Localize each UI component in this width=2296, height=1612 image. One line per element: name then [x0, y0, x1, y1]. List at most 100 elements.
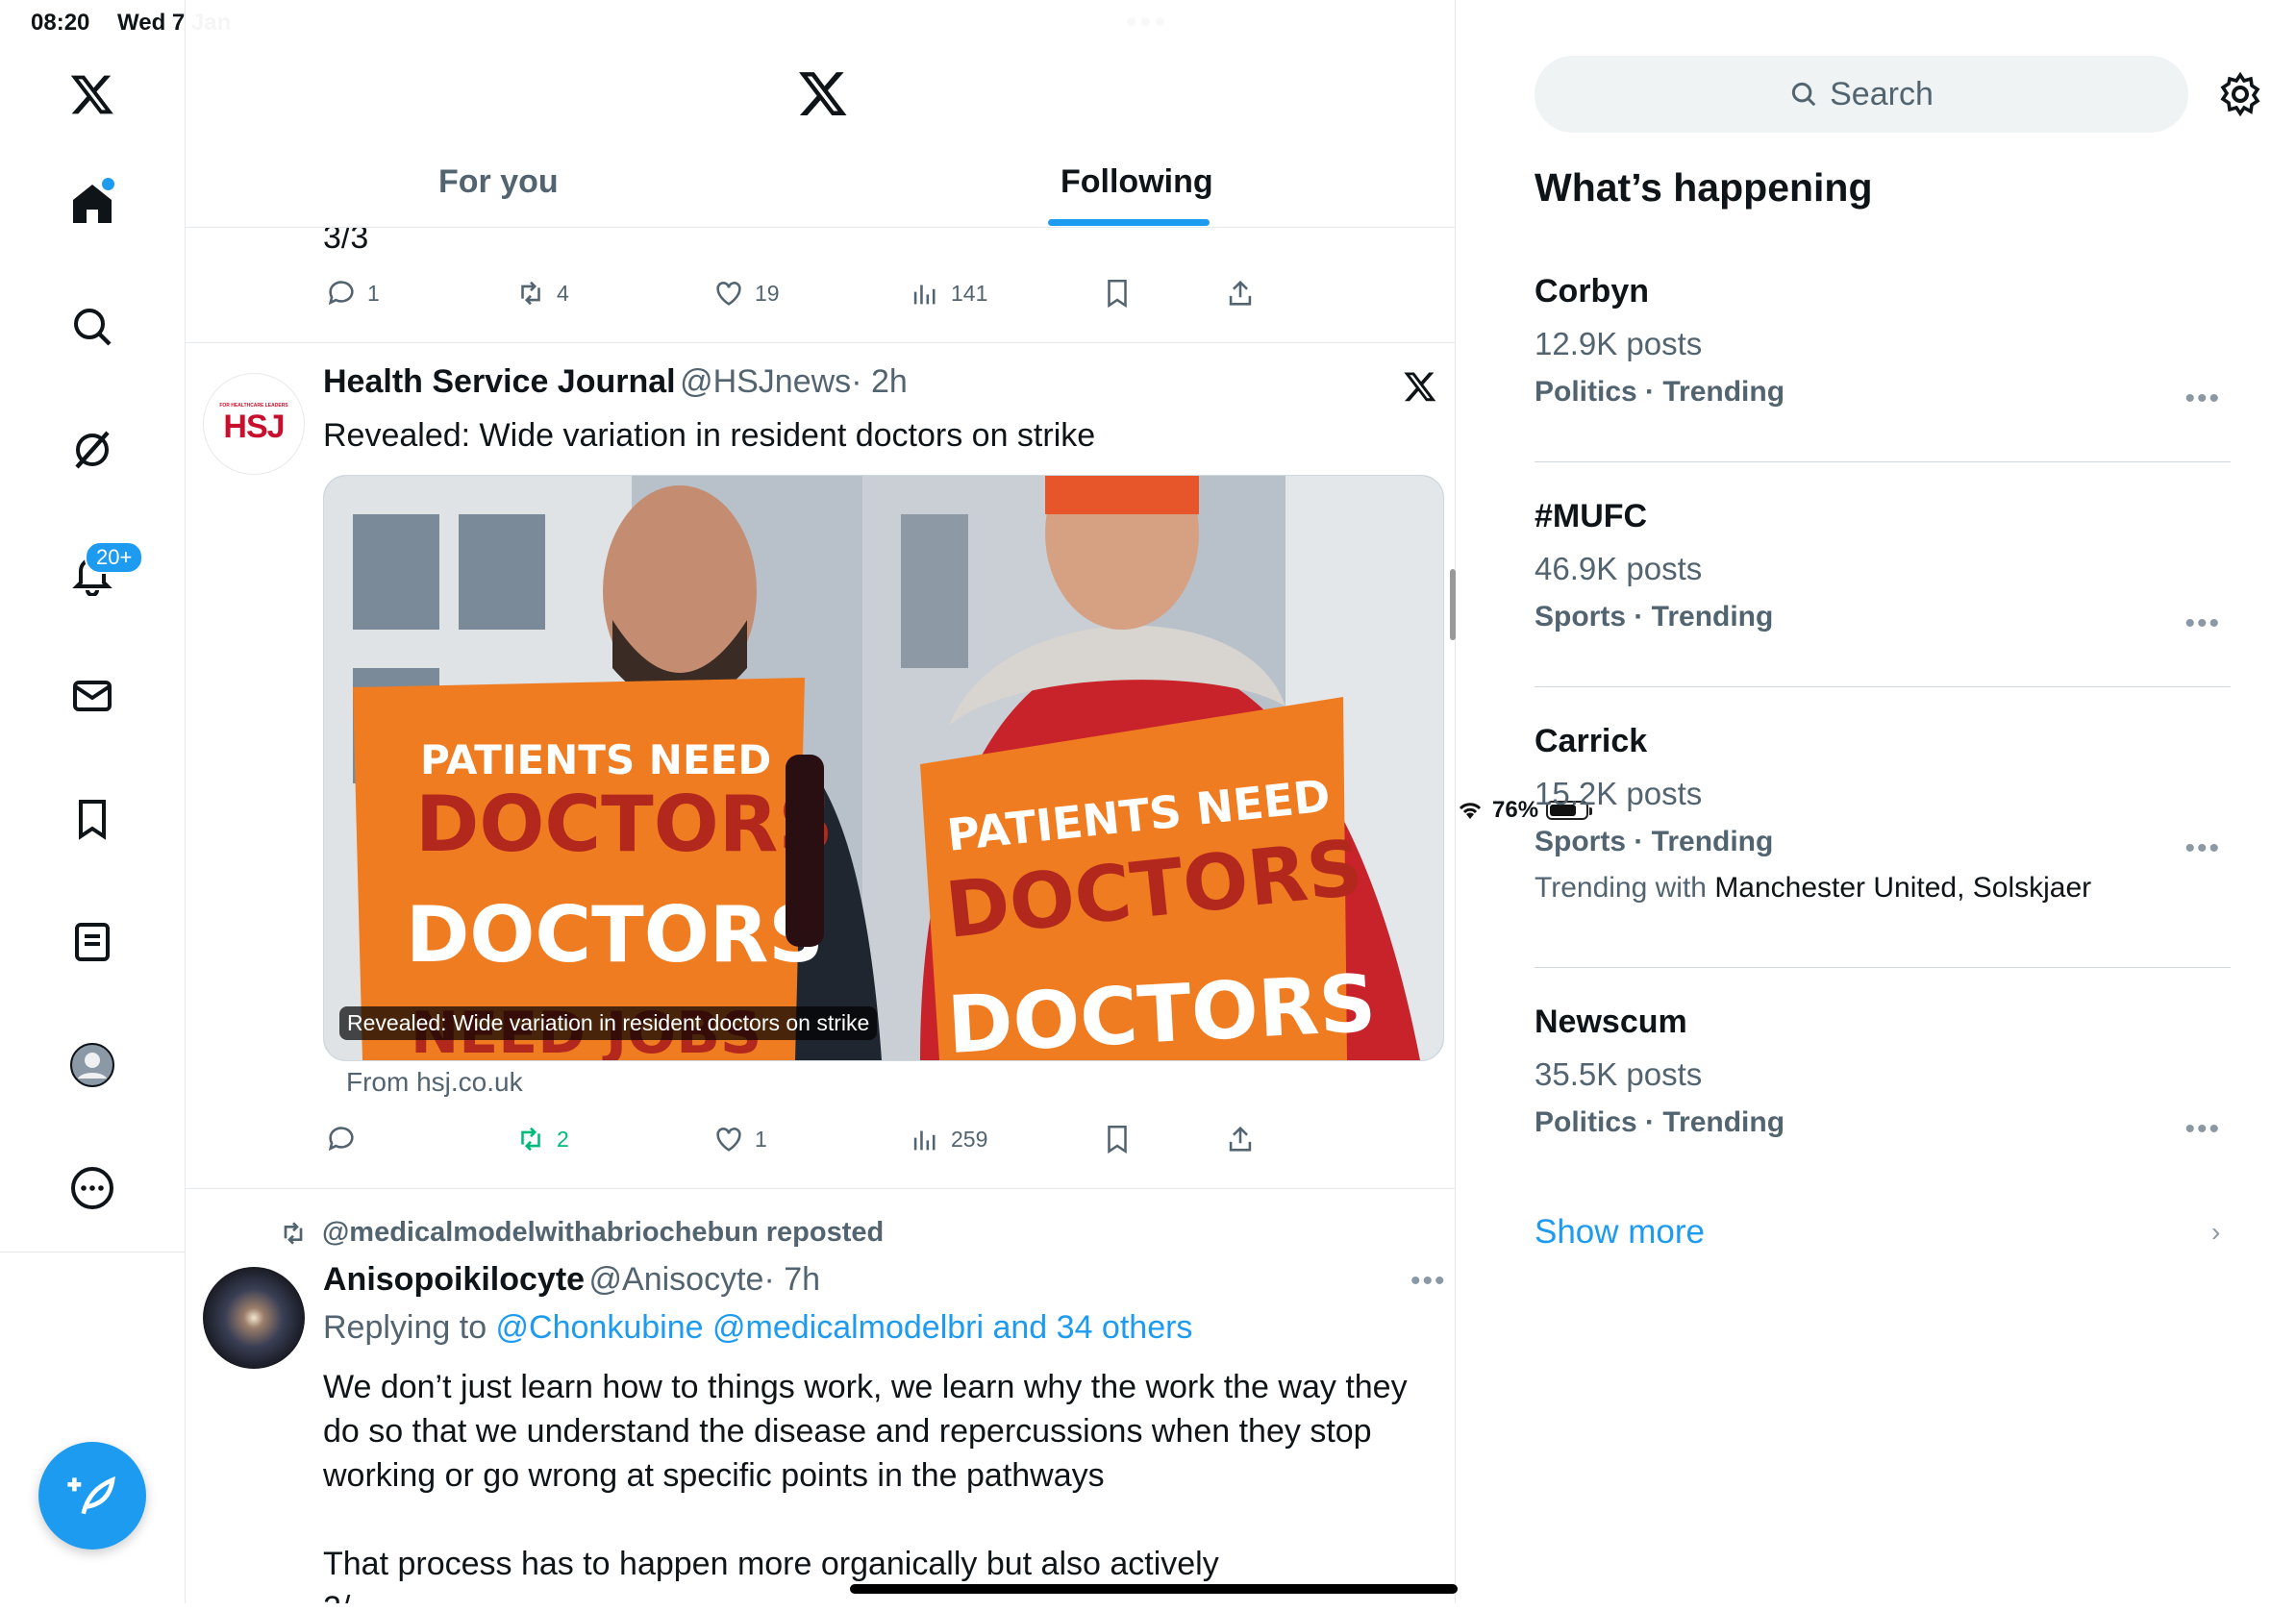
strike-photo: PATIENTS NEED DOCTORS DOCTORS NEED JOBS … [324, 476, 1443, 1060]
bookmark-button[interactable] [1101, 277, 1134, 310]
tweet-time: · 7h [763, 1261, 821, 1298]
galaxy-avatar[interactable] [203, 1267, 305, 1369]
trend-related: Trending with Manchester United, Solskja… [1535, 872, 2231, 905]
trend-posts: 15.2K posts [1535, 776, 1703, 811]
gear-icon[interactable] [2217, 71, 2263, 117]
repost-button[interactable]: 2 [514, 1123, 569, 1155]
compose-feather-icon [67, 1476, 115, 1515]
search-placeholder: Search [1830, 75, 1934, 112]
bookmarks-icon[interactable] [63, 790, 121, 848]
profile-avatar-icon[interactable] [63, 1036, 121, 1094]
tweet-divider [186, 1188, 1455, 1189]
tweet-text: We don’t just learn how to things work, … [323, 1369, 1408, 1494]
more-options-icon[interactable] [63, 1159, 121, 1217]
tweet-time: · 2h [851, 363, 908, 400]
home-indicator[interactable] [850, 1584, 1458, 1594]
home-unread-dot [100, 176, 116, 192]
trend-item[interactable]: Newscum 35.5K posts Politics · Trending … [1535, 1004, 2231, 1145]
link-card-caption: Revealed: Wide variation in resident doc… [339, 1006, 878, 1040]
trend-category: Sports · Trending [1535, 826, 1774, 857]
trend-category: Politics · Trending [1535, 376, 1785, 408]
reply-count: 1 [367, 280, 380, 306]
tweet-header: Anisopoikilocyte @Anisocyte· 7h [323, 1261, 820, 1299]
trend-category: Sports · Trending [1535, 601, 1774, 632]
x-logo-icon [1404, 372, 1436, 402]
reply-button[interactable]: 1 [325, 277, 380, 310]
messages-icon[interactable] [63, 667, 121, 725]
share-button[interactable] [1224, 277, 1257, 310]
search-icon[interactable] [63, 298, 121, 356]
link-card-image[interactable]: PATIENTS NEED DOCTORS DOCTORS NEED JOBS … [323, 475, 1444, 1061]
reply-icon [328, 1127, 354, 1152]
repost-icon [521, 1127, 540, 1152]
trend-related-names: Manchester United, Solskjaer [1714, 872, 2092, 904]
share-icon [1229, 1126, 1252, 1152]
grok-icon[interactable] [63, 421, 121, 479]
x-logo-icon[interactable] [797, 67, 849, 119]
trend-name: Carrick [1535, 723, 1648, 759]
trend-category: Politics · Trending [1535, 1106, 1785, 1138]
trend-divider [1535, 461, 2231, 462]
trend-more-icon[interactable]: ••• [2184, 608, 2221, 640]
hsj-avatar[interactable]: FOR HEALTHCARE LEADERS HSJ [203, 373, 305, 475]
author-name[interactable]: Anisopoikilocyte [323, 1261, 585, 1298]
tab-for-you[interactable]: For you [438, 163, 559, 201]
trend-posts: 12.9K posts [1535, 326, 1703, 361]
share-icon [1229, 280, 1252, 306]
reposted-by-label[interactable]: @medicalmodelwithabriochebun reposted [322, 1217, 884, 1249]
repost-icon [284, 1221, 303, 1245]
trend-more-icon[interactable]: ••• [2184, 832, 2221, 865]
search-icon [1792, 82, 1816, 107]
tweet-divider [186, 342, 1455, 343]
views-button[interactable]: 259 [909, 1123, 987, 1155]
tweet-text: Revealed: Wide variation in resident doc… [323, 417, 1096, 454]
view-count: 141 [951, 280, 988, 306]
like-button[interactable]: 19 [712, 277, 780, 310]
like-button[interactable]: 1 [712, 1123, 767, 1155]
repost-context: @medicalmodelwithabriochebun reposted [278, 1217, 884, 1249]
trend-divider [1535, 967, 2231, 968]
repost-count: 2 [557, 1126, 569, 1152]
replying-prefix: Replying to [323, 1309, 496, 1346]
reply-button[interactable] [325, 1123, 367, 1155]
heart-icon [716, 1128, 741, 1152]
trend-more-icon[interactable]: ••• [2184, 1113, 2221, 1146]
tweet-more-icon[interactable]: ••• [1410, 1265, 1447, 1298]
bookmark-icon [1108, 279, 1127, 309]
repost-count: 4 [557, 280, 569, 306]
timeline[interactable]: For you Following 3/3 1 4 19 141 FOR HEA… [186, 0, 1456, 1603]
like-count: 19 [755, 280, 780, 306]
right-sidebar: Search What’s happening Corbyn 12.9K pos… [1456, 0, 2296, 1603]
trend-posts: 35.5K posts [1535, 1056, 1703, 1092]
trend-more-icon[interactable]: ••• [2184, 383, 2221, 415]
sign-left-bottom: DOCTORS [406, 890, 824, 980]
replying-to-users[interactable]: @Chonkubine @medicalmodelbri and 34 othe… [496, 1309, 1193, 1346]
link-card-source[interactable]: From hsj.co.uk [346, 1067, 523, 1098]
trend-item[interactable]: Corbyn 12.9K posts Politics · Trending •… [1535, 273, 2231, 414]
author-name[interactable]: Health Service Journal [323, 363, 676, 400]
author-handle[interactable]: @HSJnews [680, 363, 851, 400]
show-more-link[interactable]: Show more [1535, 1213, 1705, 1252]
tab-following[interactable]: Following [1061, 163, 1213, 201]
bookmark-icon [1108, 1125, 1127, 1154]
author-handle[interactable]: @Anisocyte [589, 1261, 764, 1298]
sign-left-main: DOCTORS [415, 780, 834, 869]
repost-button[interactable]: 4 [514, 277, 569, 310]
views-chart-icon [913, 285, 936, 305]
share-button[interactable] [1224, 1123, 1257, 1155]
sign-left-top: PATIENTS NEED [420, 736, 771, 783]
compose-post-button[interactable] [38, 1442, 146, 1550]
views-button[interactable]: 141 [909, 277, 987, 310]
x-logo-icon[interactable] [63, 65, 121, 123]
tweet-header: Health Service Journal @HSJnews· 2h [323, 363, 908, 401]
bookmark-button[interactable] [1101, 1123, 1134, 1155]
trend-divider [1535, 686, 2231, 687]
chevron-right-icon: › [2211, 1217, 2221, 1247]
trend-name: #MUFC [1535, 498, 1648, 534]
lists-icon[interactable] [63, 913, 121, 971]
repost-icon [521, 281, 540, 306]
replying-to: Replying to @Chonkubine @medicalmodelbri… [323, 1309, 1192, 1347]
trend-item[interactable]: Carrick 15.2K posts Sports · Trending Tr… [1535, 723, 2231, 905]
search-input[interactable]: Search [1535, 56, 2188, 133]
trend-item[interactable]: #MUFC 46.9K posts Sports · Trending ••• [1535, 498, 2231, 639]
